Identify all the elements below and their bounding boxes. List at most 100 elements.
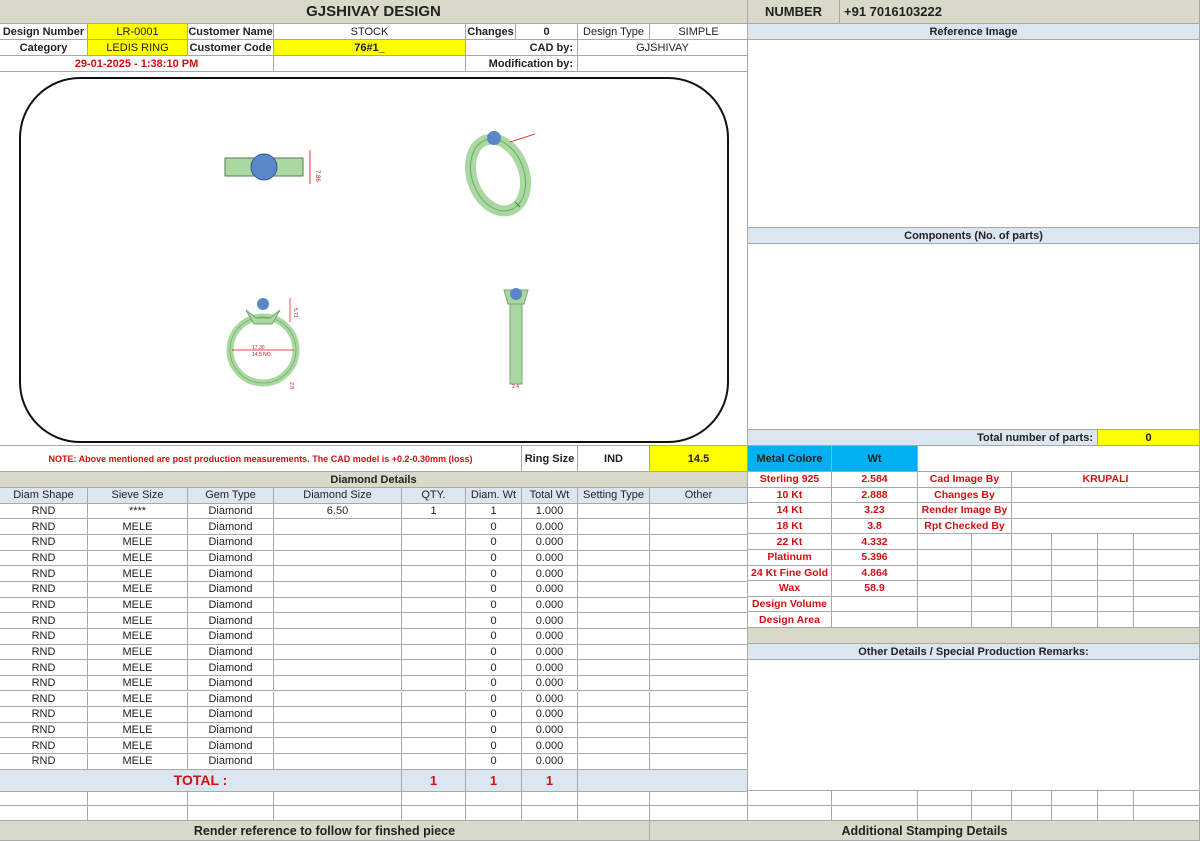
diamond-cell-qty	[402, 738, 466, 755]
diamond-cell-gem-type: Diamond	[188, 738, 274, 755]
grid-cell	[972, 581, 1012, 597]
components-area	[748, 244, 1200, 430]
diamond-cell-sieve-size: MELE	[88, 722, 188, 739]
diamond-cell-setting-type	[578, 754, 650, 770]
blank-grid-cell	[1134, 806, 1200, 821]
customer-name-label: Customer Name	[188, 24, 274, 40]
grid-cell	[1012, 534, 1052, 550]
diamond-cell-diamond-size	[274, 613, 402, 629]
diamond-cell-total-wt: 0.000	[522, 675, 578, 692]
metal-name: Design Volume	[748, 596, 832, 613]
customer-name-field: STOCK	[274, 24, 466, 40]
customer-code-field: 76#1_	[274, 40, 466, 56]
blank-grid-cell	[918, 806, 972, 821]
diamond-cell-setting-type	[578, 566, 650, 582]
blank-grid-cell	[1012, 806, 1052, 821]
diamond-cell-sieve-size: MELE	[88, 754, 188, 770]
diamond-cell-qty	[402, 628, 466, 645]
blank-grid-cell	[832, 806, 918, 821]
diamond-cell-gem-type: Diamond	[188, 754, 274, 770]
diamond-cell-sieve-size: MELE	[88, 707, 188, 723]
grid-cell	[1012, 581, 1052, 597]
diamond-cell-qty	[402, 613, 466, 629]
diamond-cell-diam-wt: 0	[466, 535, 522, 551]
diamond-cell-diam-shape: RND	[0, 613, 88, 629]
diamond-cell-setting-type	[578, 535, 650, 551]
grid-cell	[1052, 581, 1098, 597]
grid-cell	[972, 596, 1012, 613]
metal-weight	[832, 612, 918, 628]
diamond-cell-diamond-size	[274, 660, 402, 676]
credit-value	[1012, 518, 1200, 535]
grid-cell	[918, 565, 972, 582]
diamond-cell-total-wt: 0.000	[522, 581, 578, 598]
diamond-cell-qty	[402, 550, 466, 567]
diamond-cell-gem-type: Diamond	[188, 613, 274, 629]
grid-cell	[1098, 612, 1134, 628]
diamond-cell-other	[650, 566, 748, 582]
total-parts-label: Total number of parts:	[748, 430, 1098, 446]
diamond-cell-diamond-size	[274, 566, 402, 582]
credit-value	[1012, 503, 1200, 519]
metal-name: 10 Kt	[748, 487, 832, 504]
diamond-cell-sieve-size: MELE	[88, 691, 188, 708]
datetime-stamp: 29-01-2025 - 1:38:10 PM	[0, 56, 274, 72]
col-header-diam-wt: Diam. Wt	[466, 488, 522, 504]
diamond-cell-diam-wt: 0	[466, 519, 522, 535]
grid-cell	[1052, 534, 1098, 550]
blank-grid-cell	[1052, 791, 1098, 806]
metal-name: 24 Kt Fine Gold	[748, 565, 832, 582]
diamond-cell-gem-type: Diamond	[188, 691, 274, 708]
grid-cell	[918, 581, 972, 597]
number-value: +91 7016103222	[840, 0, 1200, 24]
grid-cell	[1098, 596, 1134, 613]
diamond-cell-setting-type	[578, 675, 650, 692]
grid-cell	[1052, 550, 1098, 566]
diamond-cell-diam-wt: 0	[466, 754, 522, 770]
col-header-other: Other	[650, 488, 748, 504]
diamond-cell-total-wt: 1.000	[522, 503, 578, 520]
diamond-cell-setting-type	[578, 597, 650, 614]
total-diam-wt: 1	[466, 769, 522, 792]
diamond-cell-diam-wt: 0	[466, 675, 522, 692]
diamond-cell-diamond-size	[274, 628, 402, 645]
blank-grid-cell	[88, 806, 188, 821]
diamond-cell-total-wt: 0.000	[522, 535, 578, 551]
diamond-cell-diam-shape: RND	[0, 691, 88, 708]
grid-cell	[972, 612, 1012, 628]
diamond-cell-diam-wt: 0	[466, 722, 522, 739]
total-parts-value: 0	[1098, 430, 1200, 446]
blank-grid-cell	[402, 806, 466, 821]
diamond-cell-gem-type: Diamond	[188, 566, 274, 582]
total-blank	[578, 769, 748, 792]
diamond-cell-gem-type: Diamond	[188, 707, 274, 723]
dim-size-label: 14.5 NO.	[252, 352, 272, 358]
diamond-cell-total-wt: 0.000	[522, 644, 578, 661]
diamond-cell-qty	[402, 675, 466, 692]
diamond-cell-sieve-size: MELE	[88, 644, 188, 661]
grid-cell	[1012, 596, 1052, 613]
diamond-cell-diam-wt: 0	[466, 691, 522, 708]
diamond-cell-qty	[402, 566, 466, 582]
credit-label: Cad Image By	[918, 472, 1012, 488]
blank-grid-cell	[972, 791, 1012, 806]
reference-image-area	[748, 40, 1200, 228]
diamond-cell-setting-type	[578, 722, 650, 739]
diamond-cell-sieve-size: MELE	[88, 566, 188, 582]
diamond-cell-diam-wt: 0	[466, 644, 522, 661]
dim-top-label: 7.86	[314, 170, 320, 182]
diamond-cell-diamond-size	[274, 644, 402, 661]
diamond-cell-diam-shape: RND	[0, 597, 88, 614]
diamond-cell-diam-shape: RND	[0, 660, 88, 676]
blank-grid-cell	[650, 791, 748, 806]
production-note: NOTE: Above mentioned are post productio…	[0, 446, 522, 472]
grid-cell	[1134, 565, 1200, 582]
blank-cell	[274, 56, 466, 72]
total-qty: 1	[402, 769, 466, 792]
blank-grid-cell	[522, 791, 578, 806]
diamond-cell-diamond-size	[274, 675, 402, 692]
diamond-cell-sieve-size: MELE	[88, 613, 188, 629]
grid-cell	[1052, 596, 1098, 613]
diamond-cell-diamond-size: 6.50	[274, 503, 402, 520]
blank-grid-cell	[1098, 791, 1134, 806]
